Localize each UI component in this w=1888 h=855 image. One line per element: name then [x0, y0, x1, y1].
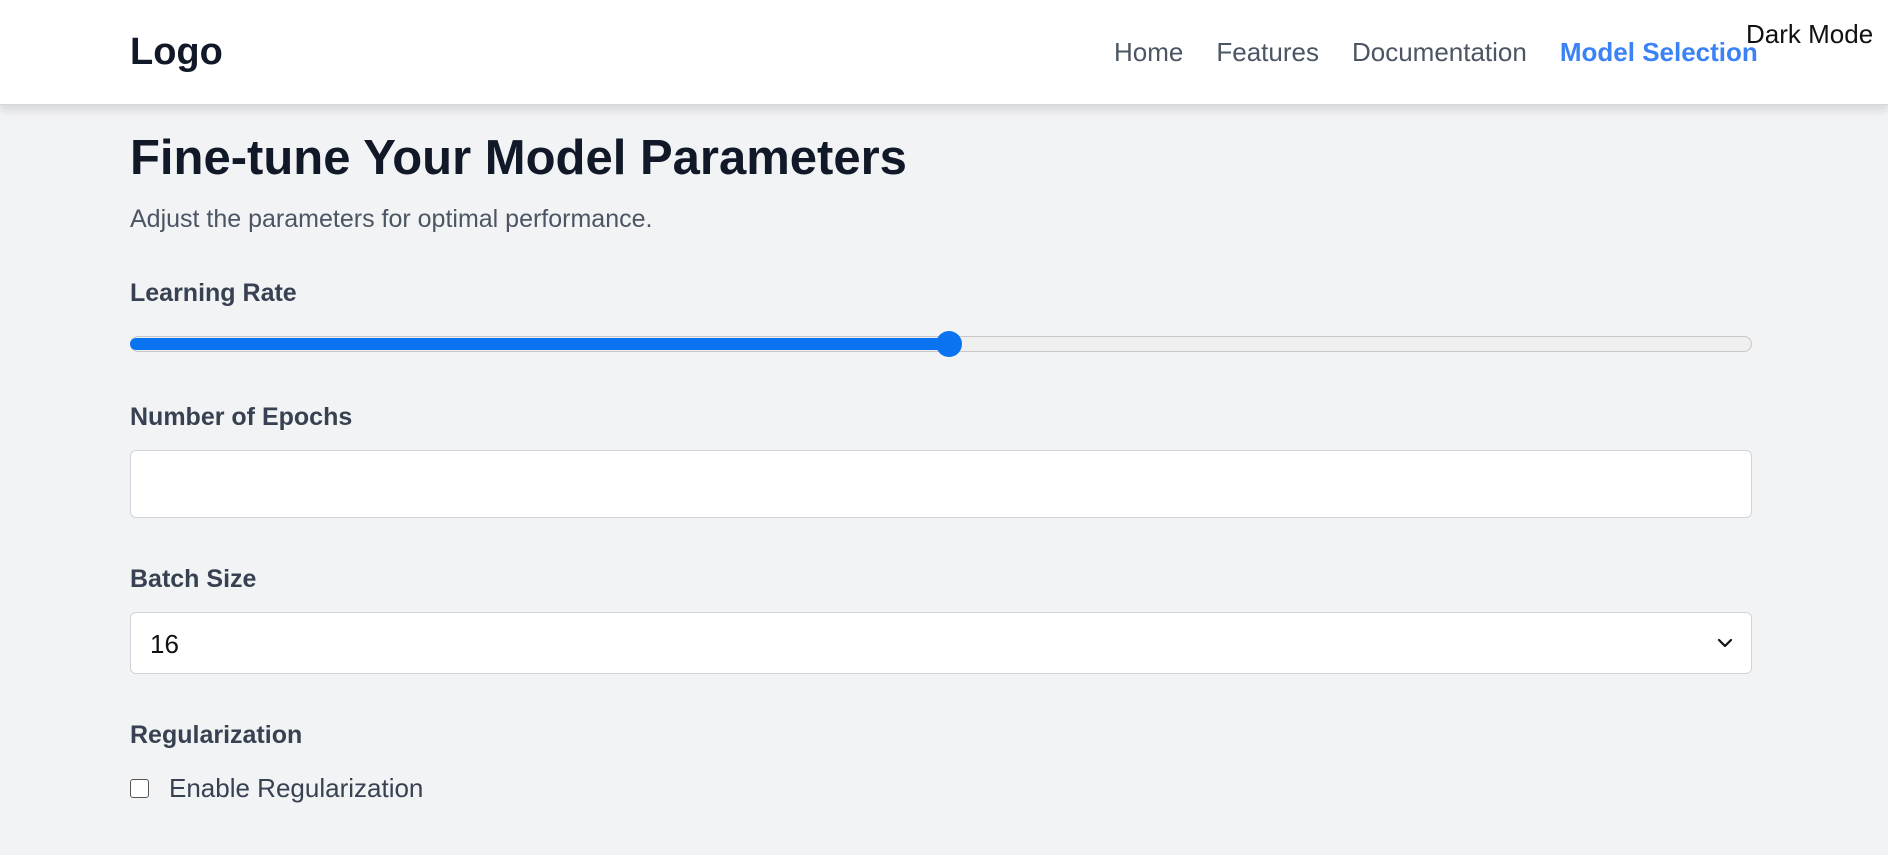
page-title: Fine-tune Your Model Parameters: [130, 131, 907, 185]
main-nav: Home Features Documentation Model Select…: [1114, 36, 1758, 68]
slider-thumb[interactable]: [936, 331, 963, 357]
batch-size-value: 16: [150, 629, 179, 659]
learning-rate-label: Learning Rate: [130, 279, 297, 307]
regularization-option: Enable Regularization: [130, 772, 1752, 804]
main-content: Fine-tune Your Model Parameters Adjust t…: [130, 128, 1752, 804]
regularization-label: Regularization: [130, 721, 303, 749]
regularization-checkbox-label[interactable]: Enable Regularization: [169, 772, 423, 804]
nav-home[interactable]: Home: [1114, 36, 1183, 68]
top-navbar: Logo Home Features Documentation Model S…: [0, 0, 1888, 105]
nav-features[interactable]: Features: [1216, 36, 1319, 68]
page-subtitle: Adjust the parameters for optimal perfor…: [130, 205, 653, 233]
nav-model-selection[interactable]: Model Selection: [1560, 36, 1758, 68]
batch-size-label: Batch Size: [130, 565, 257, 593]
chevron-down-icon: [1717, 638, 1733, 648]
epochs-input[interactable]: [130, 450, 1752, 518]
epochs-label: Number of Epochs: [130, 403, 353, 431]
dark-mode-toggle[interactable]: Dark Mode: [1746, 18, 1873, 50]
learning-rate-slider[interactable]: [130, 331, 1752, 357]
batch-size-select[interactable]: 16: [130, 612, 1752, 674]
slider-fill: [130, 338, 950, 350]
logo[interactable]: Logo: [130, 30, 223, 74]
regularization-checkbox[interactable]: [130, 778, 149, 798]
nav-documentation[interactable]: Documentation: [1352, 36, 1527, 68]
